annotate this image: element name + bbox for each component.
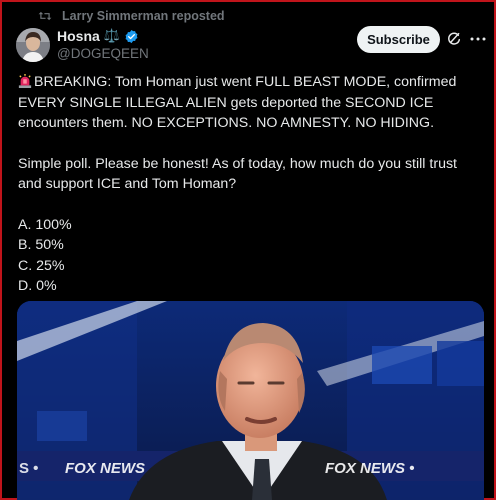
- repost-icon: [38, 11, 52, 21]
- siren-icon: [18, 74, 32, 88]
- post-body: BREAKING: Tom Homan just went FULL BEAST…: [18, 72, 480, 297]
- author-name[interactable]: Hosna: [57, 28, 100, 44]
- post-headline-paragraph: BREAKING: Tom Homan just went FULL BEAST…: [18, 72, 480, 134]
- poll-option-a: A. 100%: [18, 216, 72, 233]
- ticker-brand-right: FOX NEWS •: [325, 460, 414, 477]
- avatar[interactable]: [16, 28, 50, 62]
- ticker-left: S •: [19, 460, 38, 477]
- poll-option-b: B. 50%: [18, 237, 64, 253]
- ticker-brand-left: FOX NEWS: [65, 460, 145, 477]
- more-icon[interactable]: [469, 31, 487, 47]
- poll-option-c: C. 25%: [18, 257, 65, 274]
- post-headline: BREAKING: Tom Homan just went FULL BEAST…: [18, 74, 457, 131]
- verified-badge-icon: [125, 29, 138, 43]
- repost-indicator: Larry Simmerman reposted: [38, 9, 225, 23]
- subscribe-button[interactable]: Subscribe: [357, 26, 440, 53]
- scales-emoji: ⚖️: [103, 28, 120, 43]
- repost-text[interactable]: Larry Simmerman reposted: [62, 9, 225, 23]
- post-question: Simple poll. Please be honest! As of tod…: [18, 155, 457, 193]
- grok-icon[interactable]: [446, 31, 462, 47]
- author-name-row[interactable]: Hosna ⚖️: [57, 28, 139, 44]
- post-media-image[interactable]: S • FOX NEWS FOX NEWS •: [17, 301, 484, 500]
- poll-option-d: D. 0%: [18, 278, 57, 294]
- author-handle[interactable]: @DOGEQEEN: [57, 46, 149, 61]
